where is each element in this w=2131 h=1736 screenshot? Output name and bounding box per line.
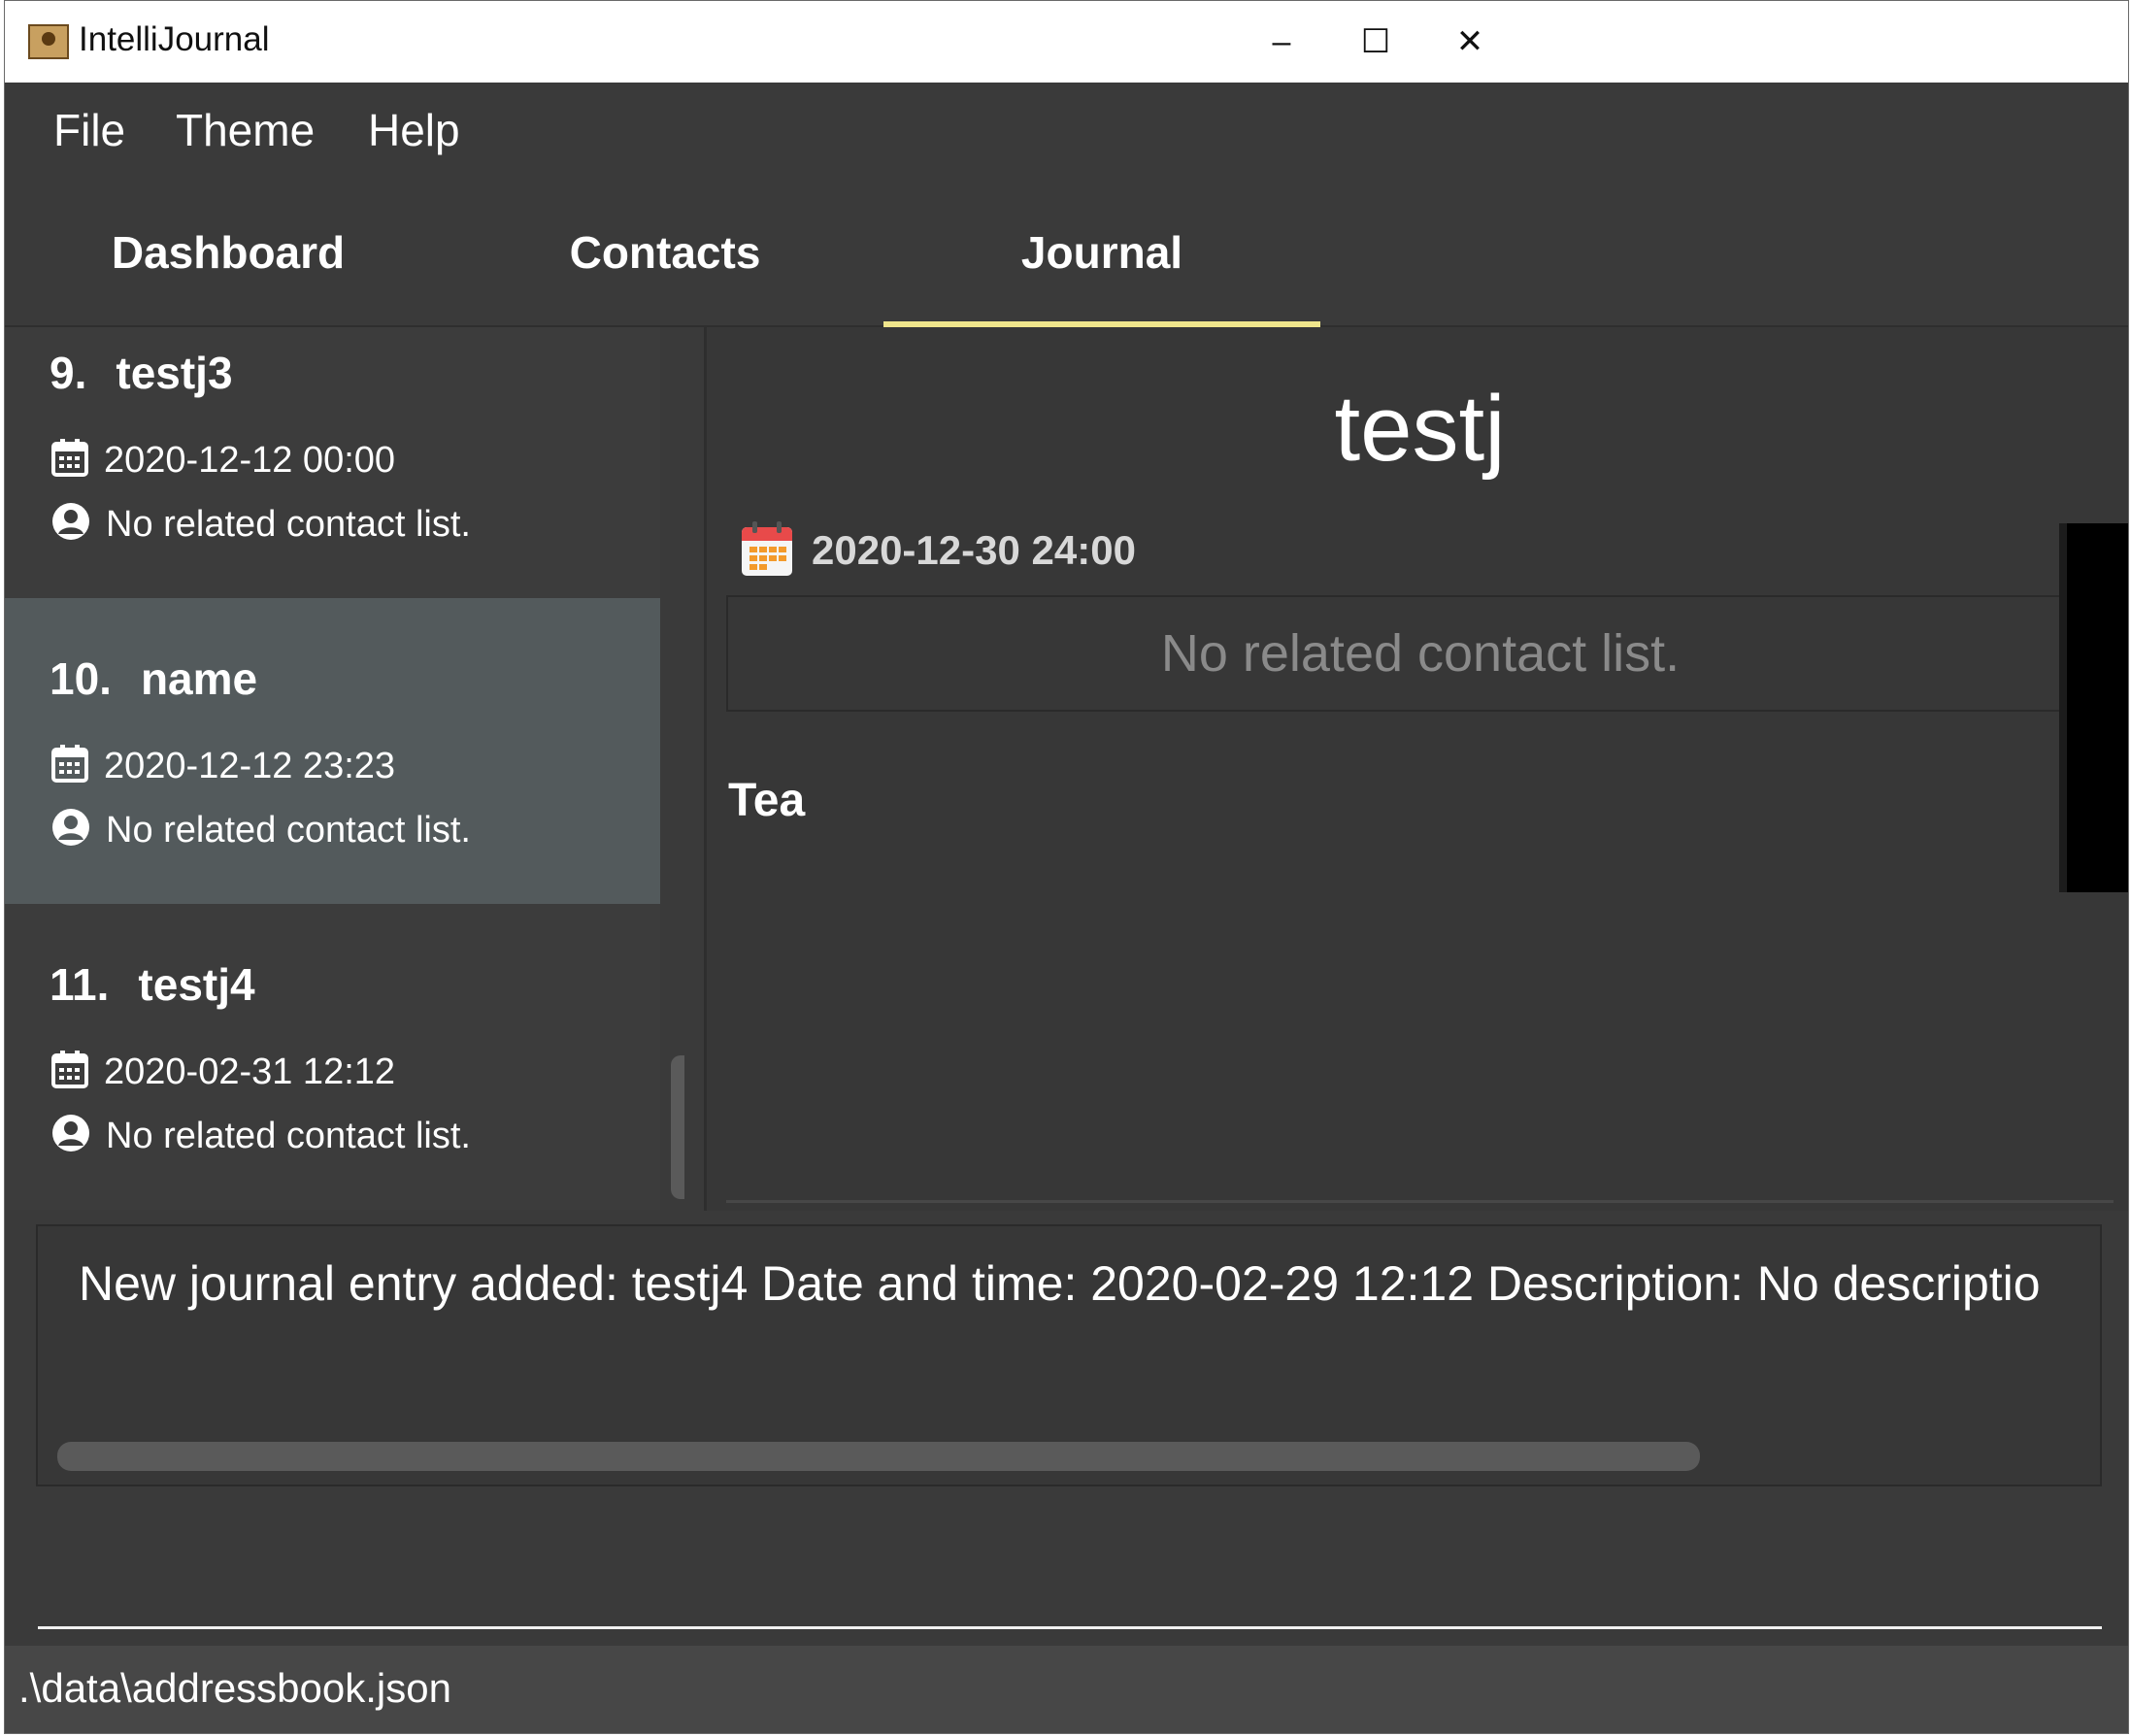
detail-title: testj bbox=[1334, 377, 1506, 481]
entry-contacts: No related contact list. bbox=[106, 1116, 471, 1157]
entry-title: 10. name bbox=[50, 652, 257, 705]
title-bar: IntelliJournal – ☐ ✕ bbox=[5, 1, 2128, 83]
entry-date: 2020-12-12 23:23 bbox=[104, 746, 396, 787]
tab-journal[interactable]: Journal bbox=[883, 180, 1320, 327]
tab-bar: Dashboard Contacts Journal bbox=[5, 180, 2128, 327]
entry-title: 9. testj3 bbox=[50, 347, 233, 399]
detail-description: Tea bbox=[728, 775, 806, 826]
user-circle-icon bbox=[51, 502, 90, 551]
entry-date-line: 2020-02-31 12:12 bbox=[51, 1050, 395, 1098]
calendar-icon bbox=[51, 744, 88, 792]
user-circle-icon bbox=[51, 1114, 90, 1162]
menu-file[interactable]: File bbox=[53, 104, 125, 156]
address-book-icon bbox=[28, 24, 69, 59]
entry-index: 9. bbox=[50, 348, 87, 398]
menu-help[interactable]: Help bbox=[368, 104, 460, 156]
entry-contacts-line: No related contact list. bbox=[51, 1114, 471, 1162]
window-title: IntelliJournal bbox=[79, 20, 270, 58]
entry-contacts-line: No related contact list. bbox=[51, 808, 471, 856]
journal-list-item[interactable]: 11. testj4 2020-02-31 12:12 No related co… bbox=[5, 904, 660, 1210]
detail-contacts-box: No related contact list. bbox=[726, 595, 2114, 712]
status-bar: .\data\addressbook.json bbox=[5, 1646, 2128, 1733]
maximize-button[interactable]: ☐ bbox=[1332, 15, 1419, 69]
entry-title: 11. testj4 bbox=[50, 958, 255, 1011]
user-circle-icon bbox=[51, 808, 90, 856]
detail-date-line: 2020-12-30 24:00 bbox=[740, 519, 1136, 587]
tab-contacts[interactable]: Contacts bbox=[447, 180, 883, 325]
journal-detail-panel: testj 2020-12-30 24:00 No related contac… bbox=[704, 327, 2128, 1211]
calendar-icon bbox=[51, 438, 88, 486]
entry-contacts: No related contact list. bbox=[106, 504, 471, 546]
entry-date-line: 2020-12-12 23:23 bbox=[51, 744, 395, 792]
entry-name: testj4 bbox=[138, 959, 255, 1010]
detail-divider bbox=[726, 1200, 2114, 1203]
entry-index: 11. bbox=[50, 959, 110, 1010]
detail-date: 2020-12-30 24:00 bbox=[812, 527, 1136, 574]
entry-contacts: No related contact list. bbox=[106, 810, 471, 851]
menu-bar: File Theme Help bbox=[5, 83, 2128, 180]
entry-contacts-line: No related contact list. bbox=[51, 502, 471, 551]
result-message: New journal entry added: testj4 Date and… bbox=[79, 1256, 2041, 1311]
entry-date-line: 2020-12-12 00:00 bbox=[51, 438, 395, 486]
list-scrollbar-thumb[interactable] bbox=[671, 1055, 684, 1199]
menu-theme[interactable]: Theme bbox=[176, 104, 315, 156]
close-button[interactable]: ✕ bbox=[1426, 15, 1514, 69]
minimize-button[interactable]: – bbox=[1238, 15, 1325, 69]
journal-list-item-selected[interactable]: 10. name 2020-12-12 23:23 No related cont… bbox=[5, 598, 660, 904]
app-window: IntelliJournal – ☐ ✕ File Theme Help Das… bbox=[4, 0, 2129, 1734]
result-horizontal-scrollbar[interactable] bbox=[57, 1442, 1700, 1471]
tab-dashboard[interactable]: Dashboard bbox=[10, 180, 447, 325]
side-overlay-panel bbox=[2059, 523, 2128, 892]
entry-date: 2020-12-12 00:00 bbox=[104, 440, 396, 482]
entry-name: name bbox=[140, 653, 258, 704]
entry-index: 10. bbox=[50, 653, 112, 704]
entry-name: testj3 bbox=[116, 348, 233, 398]
journal-list[interactable]: 9. testj3 2020-12-12 00:00 No related con… bbox=[5, 327, 684, 1211]
journal-list-item[interactable]: 9. testj3 2020-12-12 00:00 No related con… bbox=[5, 327, 660, 633]
status-file-path: .\data\addressbook.json bbox=[18, 1665, 451, 1711]
command-box-underline[interactable] bbox=[38, 1626, 2102, 1629]
calendar-color-icon bbox=[740, 519, 794, 587]
calendar-icon bbox=[51, 1050, 88, 1098]
entry-date: 2020-02-31 12:12 bbox=[104, 1052, 396, 1093]
result-display[interactable]: New journal entry added: testj4 Date and… bbox=[36, 1224, 2102, 1486]
